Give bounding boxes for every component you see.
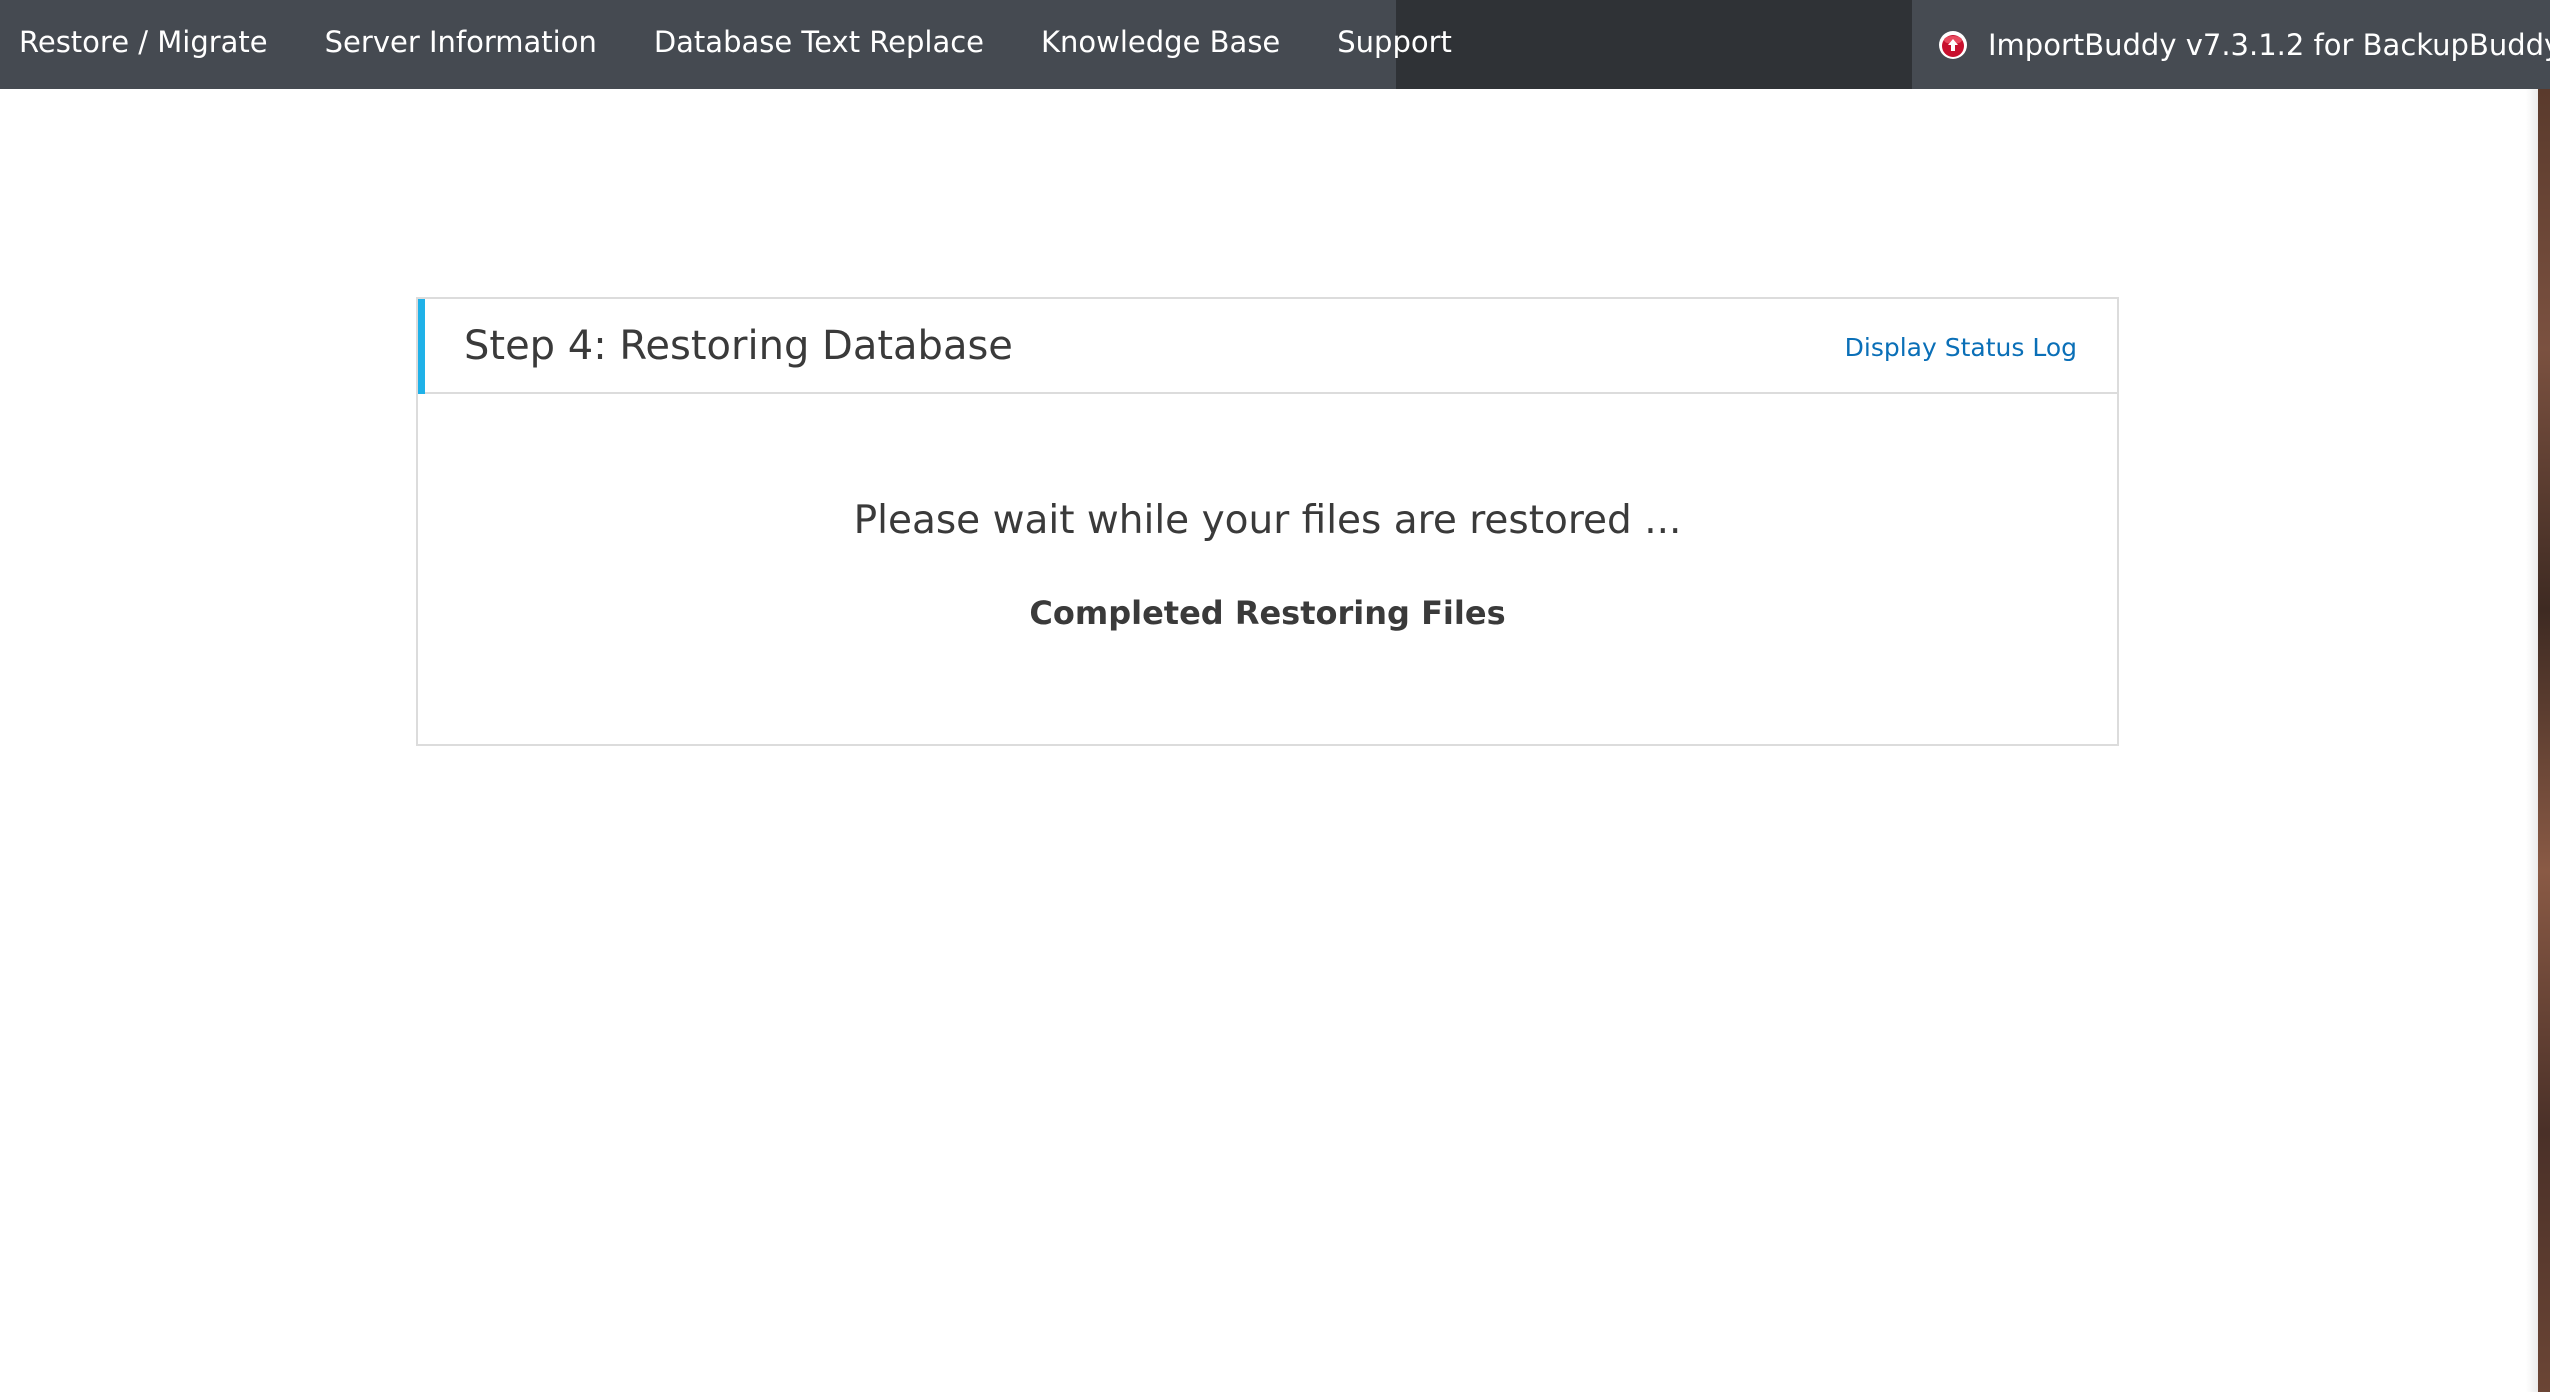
step-title: Step 4: Restoring Database [464, 323, 1013, 369]
importbuddy-logo-icon [1938, 30, 1968, 60]
nav-item-knowledge-base[interactable]: Knowledge Base [1041, 0, 1280, 89]
wait-message: Please wait while your files are restore… [853, 498, 1682, 543]
nav-item-support[interactable]: Support [1337, 0, 1452, 89]
panel-body: Please wait while your files are restore… [418, 394, 2117, 744]
panel-header: Step 4: Restoring Database Display Statu… [418, 299, 2117, 394]
top-navigation-bar: Restore / Migrate Server Information Dat… [0, 0, 2550, 89]
nav-item-server-information[interactable]: Server Information [325, 0, 597, 89]
background-photo-edge [2538, 89, 2550, 1392]
restore-status-message: Completed Restoring Files [1029, 594, 1506, 632]
nav-item-database-text-replace[interactable]: Database Text Replace [654, 0, 984, 89]
window-edge-shadow [2526, 89, 2538, 1392]
brand: ImportBuddy v7.3.1.2 for BackupBuddy [1912, 0, 2550, 89]
main-menu: Restore / Migrate Server Information Dat… [0, 0, 1452, 89]
display-status-log-link[interactable]: Display Status Log [1845, 299, 2077, 394]
panel-accent-bar [418, 299, 425, 394]
nav-item-restore-migrate[interactable]: Restore / Migrate [19, 0, 268, 89]
restore-step-panel: Step 4: Restoring Database Display Statu… [416, 297, 2119, 746]
app-title: ImportBuddy v7.3.1.2 for BackupBuddy [1988, 27, 2550, 62]
